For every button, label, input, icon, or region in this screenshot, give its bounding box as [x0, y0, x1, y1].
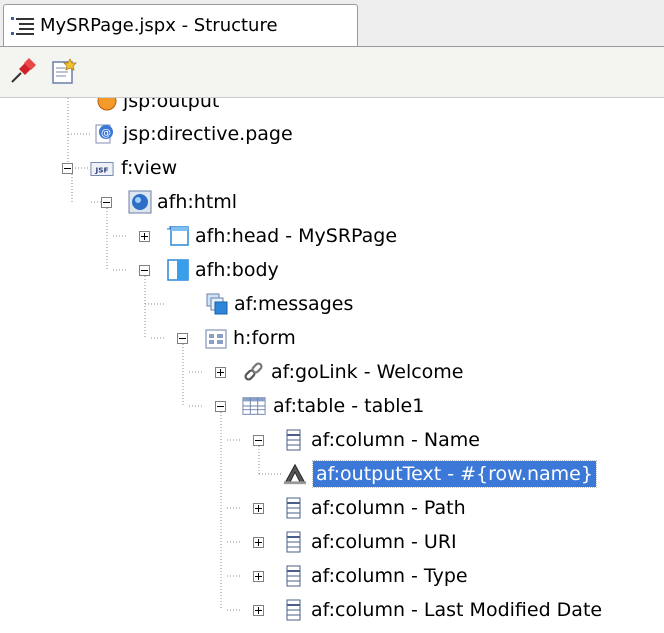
body-icon — [167, 259, 189, 281]
column-icon — [286, 565, 301, 587]
expand-toggle[interactable] — [253, 503, 264, 514]
tree-node-f-view[interactable]: JSF f:view — [0, 152, 664, 186]
svg-text:@: @ — [101, 128, 111, 139]
tab-bar: MySRPage.jspx - Structure — [0, 0, 664, 47]
tab-title: MySRPage.jspx - Structure — [40, 15, 278, 36]
collapse-toggle[interactable] — [62, 163, 73, 174]
tree-node-af-column-path[interactable]: af:column - Path — [0, 492, 664, 526]
tree-node-h-form[interactable]: h:form — [0, 322, 664, 356]
expand-toggle[interactable] — [139, 231, 150, 242]
output-text-icon — [283, 463, 307, 485]
collapse-toggle[interactable] — [177, 333, 188, 344]
tree-node-af-column-last-modified-date[interactable]: af:column - Last Modified Date — [0, 594, 664, 628]
messages-icon — [206, 293, 228, 315]
tree-node-af-table[interactable]: af:table - table1 — [0, 390, 664, 424]
tree-node-af-outputtext[interactable]: af:outputText - #{row.name} — [0, 458, 664, 492]
tree-node-afh-body[interactable]: afh:body — [0, 254, 664, 288]
jsf-icon: JSF — [90, 162, 114, 176]
expand-toggle[interactable] — [253, 537, 264, 548]
directive-icon: @ — [95, 124, 113, 144]
column-icon — [286, 599, 301, 621]
jsp-output-icon — [97, 98, 117, 111]
pin-icon[interactable] — [9, 57, 37, 85]
svg-text:JSF: JSF — [94, 166, 108, 175]
tree-node-af-messages[interactable]: af:messages — [0, 288, 664, 322]
edit-properties-icon[interactable] — [50, 57, 78, 85]
collapse-toggle[interactable] — [215, 401, 226, 412]
tree-node-jsp-directive-page[interactable]: @ jsp:directive.page — [0, 118, 664, 152]
tree-node-afh-head[interactable]: afh:head - MySRPage — [0, 220, 664, 254]
collapse-toggle[interactable] — [139, 265, 150, 276]
structure-icon — [11, 17, 34, 35]
tree-node-afh-html[interactable]: afh:html — [0, 186, 664, 220]
table-icon — [242, 397, 266, 415]
tree-node-jsp-output[interactable]: jsp:output — [0, 98, 664, 118]
expand-toggle[interactable] — [253, 605, 264, 616]
form-icon — [205, 329, 227, 349]
tab-structure[interactable]: MySRPage.jspx - Structure — [3, 4, 358, 46]
toolbar — [0, 47, 664, 98]
column-icon — [286, 497, 301, 519]
structure-tree[interactable]: jsp:output @ jsp:directive.page JSF f:vi… — [0, 98, 664, 633]
column-icon — [286, 531, 301, 553]
tree-node-af-golink[interactable]: af:goLink - Welcome — [0, 356, 664, 390]
link-icon — [244, 362, 263, 381]
expand-toggle[interactable] — [215, 367, 226, 378]
expand-toggle[interactable] — [253, 571, 264, 582]
collapse-toggle[interactable] — [253, 435, 264, 446]
tree-node-af-column-uri[interactable]: af:column - URI — [0, 526, 664, 560]
tree-node-af-column-name[interactable]: af:column - Name — [0, 424, 664, 458]
collapse-toggle[interactable] — [101, 197, 112, 208]
tree-node-af-column-type[interactable]: af:column - Type — [0, 560, 664, 594]
globe-icon — [128, 190, 152, 214]
head-icon — [167, 226, 189, 246]
column-icon — [286, 429, 301, 451]
